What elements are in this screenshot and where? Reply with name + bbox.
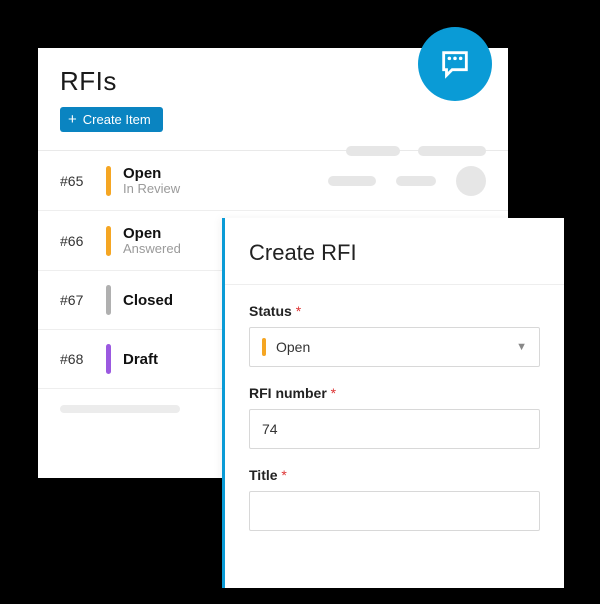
rfi-number-label: RFI number * xyxy=(249,385,540,401)
status-color-bar xyxy=(106,166,111,196)
toolbar-placeholder xyxy=(346,146,486,156)
table-row[interactable]: #65 OpenIn Review xyxy=(38,151,508,211)
status-column: OpenAnswered xyxy=(123,225,213,256)
create-item-button[interactable]: + Create Item xyxy=(60,107,163,132)
title-input[interactable] xyxy=(249,491,540,531)
status-column: Closed xyxy=(123,292,213,309)
scroll-placeholder xyxy=(60,405,180,413)
status-column: OpenIn Review xyxy=(123,165,213,196)
chevron-down-icon: ▼ xyxy=(516,341,527,353)
status-subtext: In Review xyxy=(123,181,213,196)
row-placeholder-group xyxy=(328,166,486,196)
status-color-bar xyxy=(262,338,266,356)
status-color-bar xyxy=(106,344,111,374)
status-text: Draft xyxy=(123,351,213,368)
title-field-label: Title * xyxy=(249,467,540,483)
avatar-placeholder xyxy=(456,166,486,196)
required-asterisk: * xyxy=(281,467,286,483)
status-text: Open xyxy=(123,165,213,182)
chat-icon xyxy=(438,47,472,81)
create-rfi-panel: Create RFI Status * Open ▼ RFI number * … xyxy=(222,218,564,588)
placeholder-pill xyxy=(346,146,400,156)
rfi-number-input[interactable] xyxy=(249,409,540,449)
placeholder-pill xyxy=(328,176,376,186)
rfi-id: #66 xyxy=(60,233,106,249)
status-subtext: Answered xyxy=(123,241,213,256)
required-asterisk: * xyxy=(331,385,336,401)
placeholder-pill xyxy=(396,176,436,186)
rfi-id: #67 xyxy=(60,292,106,308)
rfi-id: #68 xyxy=(60,351,106,367)
status-color-bar xyxy=(106,226,111,256)
status-column: Draft xyxy=(123,351,213,368)
status-select[interactable]: Open ▼ xyxy=(249,327,540,367)
create-item-label: Create Item xyxy=(83,112,151,127)
placeholder-pill xyxy=(418,146,486,156)
status-label: Status * xyxy=(249,303,540,319)
form-title: Create RFI xyxy=(225,218,564,285)
status-text: Closed xyxy=(123,292,213,309)
plus-icon: + xyxy=(68,112,77,127)
rfi-id: #65 xyxy=(60,173,106,189)
status-value: Open xyxy=(276,339,516,355)
required-asterisk: * xyxy=(296,303,301,319)
status-color-bar xyxy=(106,285,111,315)
chat-fab-button[interactable] xyxy=(418,27,492,101)
status-text: Open xyxy=(123,225,213,242)
